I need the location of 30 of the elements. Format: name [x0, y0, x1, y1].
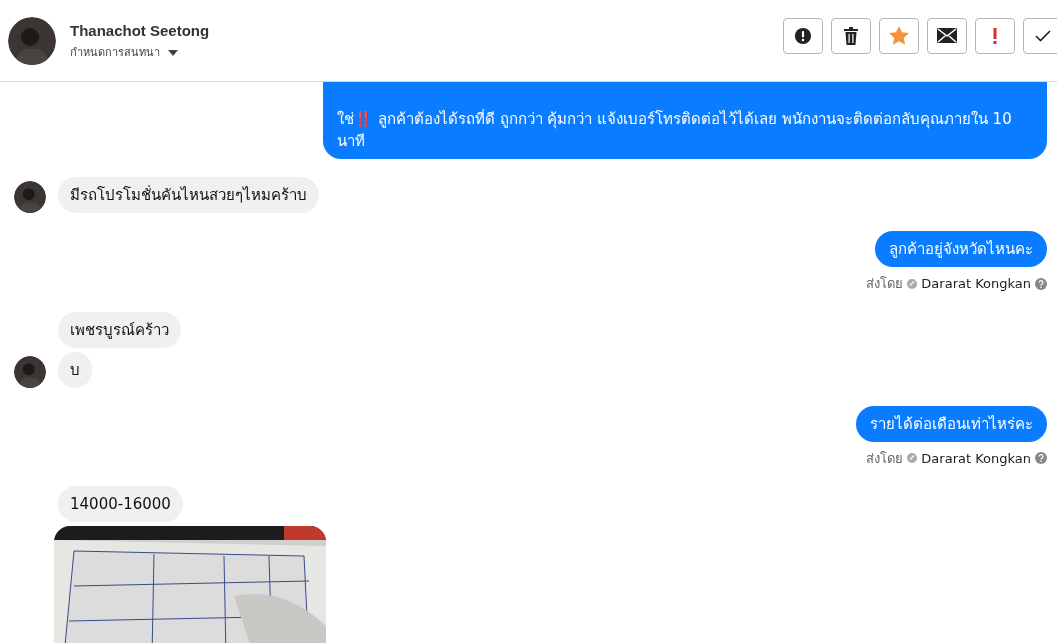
help-icon	[1035, 277, 1047, 290]
toolbar-button[interactable]	[927, 17, 967, 54]
received-message: 14000-16000	[58, 486, 183, 522]
received-message: บ	[58, 351, 92, 388]
avatar	[14, 355, 46, 388]
mail-icon	[937, 28, 957, 43]
received-message: เพชรบูรณ์คร้าว	[58, 311, 181, 348]
sent-by-label: ส่งโดย	[866, 275, 904, 293]
contact-name: Thanachot Seetong	[70, 21, 210, 41]
sent-message: ใช่‼ ลูกค้าต้องได้รถที่ดี ถูกกว่า คุ้มกว่า แจ้งเบอร์โทรติดต่อไว้ได้เลย พนักงานจะติดต่อกลับคุณภายใน 10 นาที	[323, 82, 1047, 159]
sender-name: Dararat Kongkan	[921, 275, 1031, 293]
alert-icon	[794, 26, 812, 45]
received-message: มีรถโปรโมชั่นคันไหนสวยๆไหมคร้าบ	[58, 177, 319, 213]
conversation-menu[interactable]: กำหนดการสนทนา	[70, 44, 210, 61]
sent-by-label: ส่งโดย	[866, 449, 904, 468]
trash-icon	[843, 26, 859, 45]
avatar	[14, 181, 46, 213]
sent-message: ลูกค้าอยู่จังหวัดไหนคะ	[875, 231, 1047, 267]
toolbar-button[interactable]	[831, 17, 871, 54]
toolbar-button[interactable]	[783, 17, 823, 54]
verified-icon	[907, 278, 918, 289]
check-icon	[1035, 29, 1051, 42]
exclamation-icon	[993, 27, 997, 44]
verified-icon	[907, 453, 918, 464]
caret-icon	[168, 49, 178, 56]
help-icon	[1035, 452, 1047, 465]
sent-message: รายได้ต่อเดือนเท่าไหร่คะ	[856, 405, 1047, 442]
avatar	[8, 16, 56, 65]
sender-name: Dararat Kongkan	[921, 449, 1031, 468]
star-icon	[889, 26, 909, 45]
